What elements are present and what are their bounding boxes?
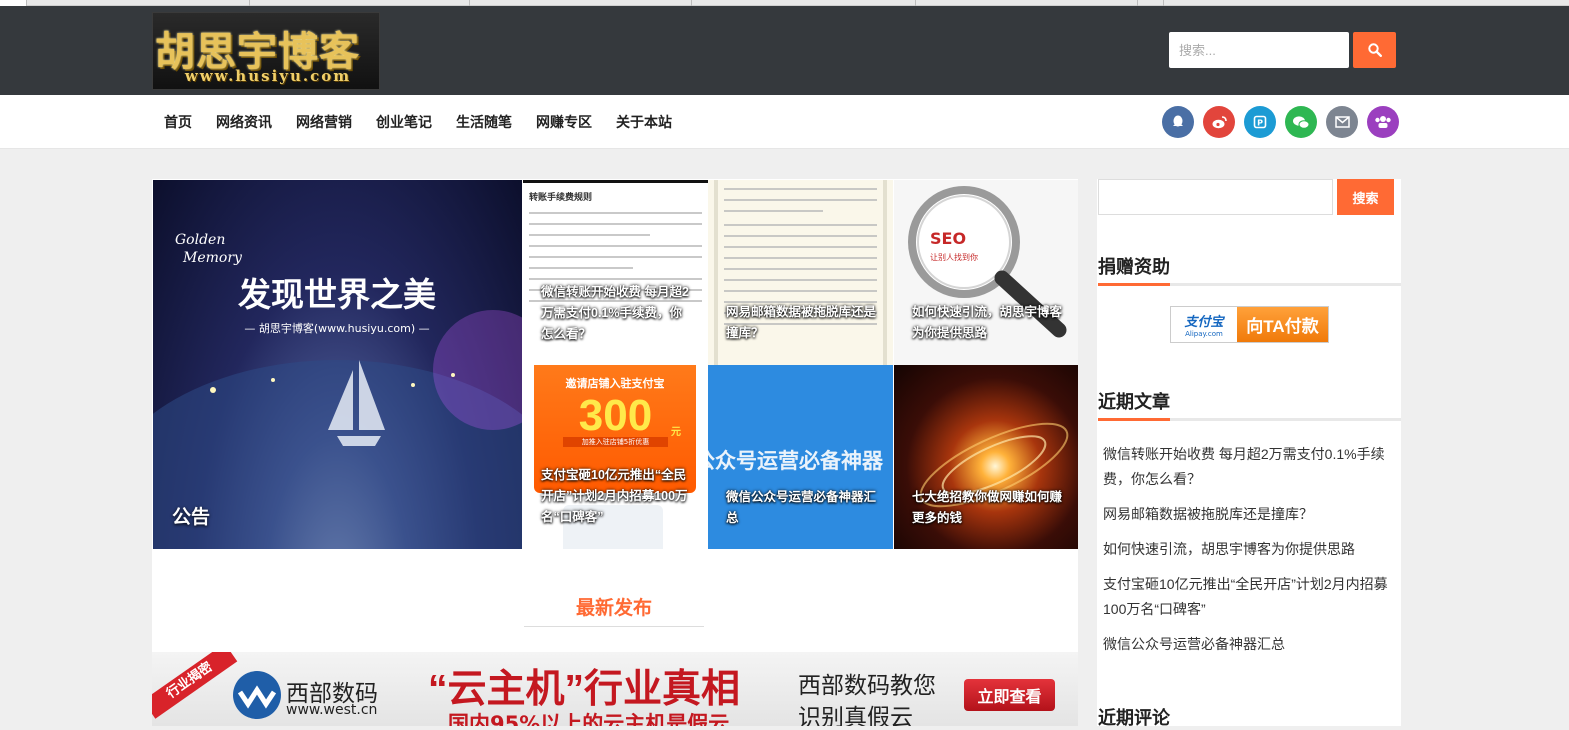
- mail-icon: [1334, 116, 1350, 128]
- weibo-link[interactable]: [1203, 106, 1235, 138]
- qzone-icon: P: [1253, 115, 1267, 129]
- recent-posts-list: 微信转账开始收费 每月超2万需支付0.1%手续费，你怎么看？ 网易邮箱数据被拖脱…: [1103, 442, 1395, 667]
- featured-caption: 七大绝招教你做网赚如何赚更多的钱: [912, 490, 1063, 525]
- nav-item-life-notes[interactable]: 生活随笔: [444, 112, 524, 132]
- group-icon: [1375, 116, 1391, 128]
- sidebar-search-button[interactable]: 搜索: [1337, 179, 1394, 215]
- featured-post-6[interactable]: 七大绝招教你做网赚如何赚更多的钱: [894, 365, 1078, 549]
- featured-caption: 如何快速引流，胡思宇博客为你提供思路: [912, 305, 1063, 340]
- featured-post-3[interactable]: SEO 让别人找到你 如何快速引流，胡思宇博客为你提供思路: [894, 180, 1078, 365]
- banner-view-button[interactable]: 立即查看: [964, 679, 1055, 711]
- search-input[interactable]: [1169, 32, 1349, 68]
- group-link[interactable]: [1367, 106, 1399, 138]
- alipay-logo: 支付宝 Alipay.com: [1171, 307, 1237, 342]
- svg-text:发现世界之美: 发现世界之美: [238, 275, 436, 314]
- wechat-link[interactable]: [1285, 106, 1317, 138]
- svg-text:Memory: Memory: [182, 250, 243, 266]
- qzone-link[interactable]: P: [1244, 106, 1276, 138]
- nav-item-startup-notes[interactable]: 创业笔记: [364, 112, 444, 132]
- sidebar: 搜索 捐赠资助 支付宝 Alipay.com 向TA付款 近期文章 微信转账开始…: [1097, 179, 1401, 728]
- banner-tag: 行业揭密: [152, 652, 238, 719]
- site-logo[interactable]: 胡思宇博客 www.husiyu.com: [152, 12, 380, 90]
- recent-post-link[interactable]: 如何快速引流，胡思宇博客为你提供思路: [1103, 537, 1395, 562]
- banner-brand-url: www.west.cn: [286, 702, 378, 718]
- west-logo-icon: [233, 671, 281, 719]
- recent-comments-title: 近期评论: [1098, 708, 1170, 728]
- svg-text:P: P: [1257, 119, 1263, 128]
- recent-post-link[interactable]: 微信公众号运营必备神器汇总: [1103, 632, 1395, 657]
- wechat-icon: [1293, 115, 1310, 129]
- featured-caption: 支付宝砸10亿元推出“全民开店”计划2月内招募100万名“口碑客”: [541, 468, 688, 524]
- featured-caption: 网易邮箱数据被拖脱库还是撞库？: [726, 305, 877, 340]
- social-links: P: [1162, 106, 1399, 138]
- latest-posts-title: 最新发布: [575, 598, 652, 619]
- svg-text:SEO: SEO: [930, 229, 966, 248]
- donate-widget-title: 捐赠资助: [1098, 257, 1170, 277]
- featured-main-post[interactable]: Golden Memory 发现世界之美 — 胡思宇博客(www.husiyu.…: [153, 180, 522, 549]
- main-navigation: 首页 网络资讯 网络营销 创业笔记 生活随笔 网赚专区 关于本站 P: [0, 95, 1569, 149]
- banner-side-line2: 识别真假云: [798, 704, 913, 726]
- alipay-label: 向TA付款: [1237, 307, 1328, 342]
- nav-item-earn-online[interactable]: 网赚专区: [524, 112, 604, 132]
- featured-post-2[interactable]: 网易邮箱数据被拖脱库还是撞库？: [708, 180, 893, 365]
- recent-post-link[interactable]: 微信转账开始收费 每月超2万需支付0.1%手续费，你怎么看？: [1103, 442, 1395, 492]
- featured-caption: 微信公众号运营必备神器汇总: [726, 490, 877, 525]
- banner-subline: 国内95%以上的云主机是假云: [448, 712, 730, 726]
- featured-main-caption: 公告: [172, 507, 211, 528]
- email-link[interactable]: [1326, 106, 1358, 138]
- site-header: 胡思宇博客 www.husiyu.com: [0, 6, 1569, 95]
- nav-item-home[interactable]: 首页: [152, 112, 204, 132]
- recent-posts-title: 近期文章: [1098, 392, 1170, 412]
- featured-post-4[interactable]: 邀请店铺入驻支付宝 300 元 加推入驻店铺5折优惠 支付宝砸10亿元推出“全民…: [523, 365, 708, 549]
- featured-main-image: Golden Memory 发现世界之美 — 胡思宇博客(www.husiyu.…: [153, 232, 522, 549]
- qq-icon: [1173, 115, 1183, 127]
- latest-posts-divider: [524, 626, 704, 627]
- nav-item-marketing[interactable]: 网络营销: [284, 112, 364, 132]
- recent-post-link[interactable]: 支付宝砸10亿元推出“全民开店”计划2月内招募100万名“口碑客”: [1103, 572, 1395, 622]
- featured-post-5[interactable]: 公众号运营必备神器 微信公众号运营必备神器汇总: [708, 365, 893, 549]
- svg-text:Golden: Golden: [175, 232, 225, 248]
- featured-post-1[interactable]: 转账手续费规则 微信转账开始收费 每月超2万需支付0.1%手续费，你怎么看？: [523, 180, 708, 365]
- sidebar-search-input[interactable]: [1098, 179, 1333, 215]
- search-icon: [1367, 43, 1382, 57]
- widget-divider-accent: [1098, 418, 1170, 421]
- banner-side-line1: 西部数码教您: [798, 672, 936, 698]
- svg-text:让别人找到你: 让别人找到你: [930, 252, 978, 262]
- west-cn-ad-banner[interactable]: 行业揭密 西部数码 www.west.cn “云主机”行业真相 国内95%以上的…: [152, 652, 1078, 726]
- alipay-donate-button[interactable]: 支付宝 Alipay.com 向TA付款: [1170, 306, 1329, 343]
- featured-caption: 微信转账开始收费 每月超2万需支付0.1%手续费，你怎么看？: [541, 285, 689, 341]
- recent-post-link[interactable]: 网易邮箱数据被拖脱库还是撞库？: [1103, 502, 1395, 527]
- nav-item-about[interactable]: 关于本站: [604, 112, 684, 132]
- main-content: Golden Memory 发现世界之美 — 胡思宇博客(www.husiyu.…: [152, 179, 1078, 726]
- nav-menu: 首页 网络资讯 网络营销 创业笔记 生活随笔 网赚专区 关于本站: [152, 95, 684, 149]
- widget-divider-accent: [1098, 283, 1170, 286]
- featured-grid: Golden Memory 发现世界之美 — 胡思宇博客(www.husiyu.…: [152, 179, 1078, 549]
- nav-item-news[interactable]: 网络资讯: [204, 112, 284, 132]
- weibo-icon: [1212, 116, 1227, 129]
- qq-link[interactable]: [1162, 106, 1194, 138]
- search-button[interactable]: [1353, 32, 1396, 68]
- svg-text:— 胡思宇博客(www.husiyu.com) —: — 胡思宇博客(www.husiyu.com) —: [244, 321, 429, 335]
- banner-headline: “云主机”行业真相: [428, 668, 741, 711]
